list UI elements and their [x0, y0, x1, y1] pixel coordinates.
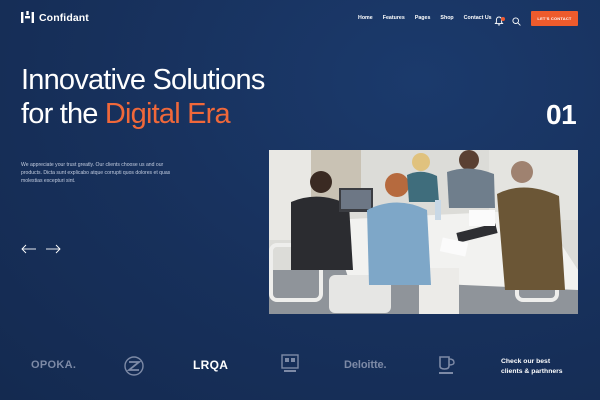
brand-name: Confidant — [39, 11, 89, 24]
search-icon[interactable] — [512, 13, 521, 26]
nav-item-pages[interactable]: Pages — [415, 15, 431, 21]
cup-logo-icon — [439, 356, 455, 374]
hero-description: We appreciate your trust greatly. Our cl… — [21, 162, 171, 185]
arrow-right-icon[interactable] — [45, 241, 61, 254]
clients-link-line2: clients & parthners — [501, 367, 563, 375]
hero-photo — [269, 150, 578, 314]
slider-arrows — [21, 241, 61, 254]
clients-link-line1: Check our best — [501, 358, 551, 365]
hero-title-line2-prefix: for the — [21, 98, 105, 130]
contact-button[interactable]: LET'S CONTACT — [531, 11, 578, 26]
nav-item-shop[interactable]: Shop — [440, 15, 453, 21]
logo-opoka: OPOKA. — [31, 359, 77, 371]
brand-mark-icon — [21, 11, 34, 23]
logo-lrqa: LRQA — [193, 358, 229, 372]
nav-item-features[interactable]: Features — [383, 15, 405, 21]
slide-number: 01 — [546, 99, 577, 130]
box-logo-icon — [281, 354, 299, 372]
main-nav: Home Features Pages Shop Contact Us — [358, 15, 502, 21]
z-logo-icon — [124, 356, 144, 376]
logo-deloitte: Deloitte. — [344, 359, 387, 371]
logo-cup-mark — [436, 354, 456, 381]
brand-logo[interactable]: Confidant — [21, 11, 89, 24]
clients-link[interactable]: Check our best clients & parthners — [501, 357, 571, 376]
hero-title-accent: Digital Era — [104, 98, 231, 130]
logo-box-mark — [281, 354, 299, 379]
hero-title-line1: Innovative Solutions — [21, 64, 265, 96]
nav-item-home[interactable]: Home — [358, 15, 373, 21]
nav-item-contact[interactable]: Contact Us — [464, 15, 492, 21]
hero-title: Innovative Solutions for the Digital Era — [21, 63, 265, 131]
arrow-left-icon[interactable] — [21, 241, 37, 254]
logo-z-mark — [124, 356, 144, 381]
bell-icon[interactable] — [494, 13, 505, 26]
notification-dot — [501, 17, 505, 21]
